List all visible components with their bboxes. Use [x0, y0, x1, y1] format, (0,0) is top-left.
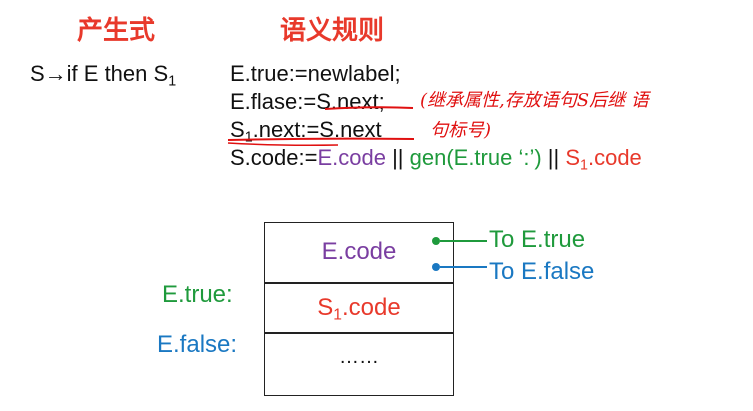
- arrow-label-false: To E.false: [489, 258, 595, 285]
- false-jump-dot: [432, 263, 440, 271]
- jump-arrows: [432, 237, 487, 271]
- arrow-label-true: To E.true: [489, 226, 586, 253]
- true-jump-dot: [432, 237, 440, 245]
